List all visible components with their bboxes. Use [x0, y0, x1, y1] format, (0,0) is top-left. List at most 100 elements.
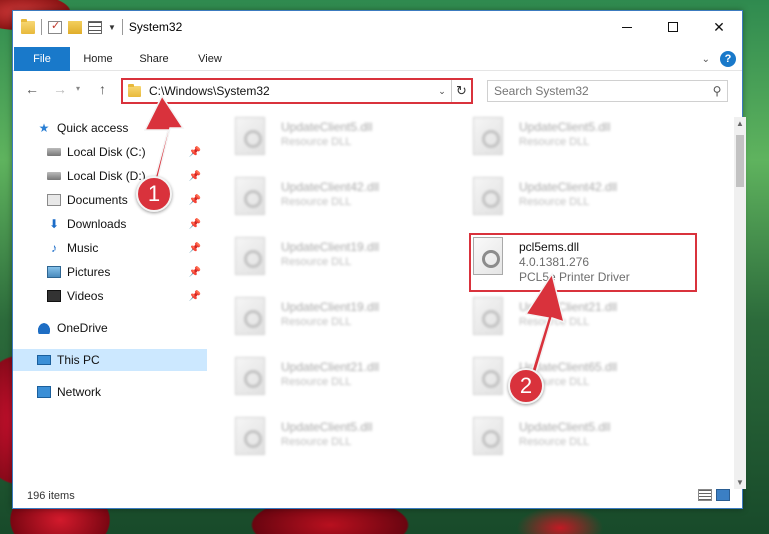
scroll-up-icon[interactable]: ▲	[736, 119, 744, 128]
pin-icon[interactable]: 📌	[189, 243, 201, 254]
ribbon-tabs: File Home Share View ⌄ ?	[13, 46, 742, 71]
file-name: UpdateClient21.dll	[281, 360, 380, 374]
item-count: 196 items	[27, 490, 75, 502]
toolbar-separator	[121, 19, 123, 35]
navigation-pane: ★ Quick access Local Disk (C:) 📌 Local D…	[13, 117, 207, 487]
file-item[interactable]: UpdateClient21.dll Resource DLL	[235, 357, 465, 407]
file-type: Resource DLL	[519, 436, 590, 448]
file-name: UpdateClient42.dll	[519, 180, 618, 194]
folder-icon	[128, 83, 141, 97]
file-name: UpdateClient42.dll	[281, 180, 380, 194]
star-icon: ★	[38, 121, 50, 135]
dll-file-icon	[473, 357, 503, 395]
sidebar-item-network[interactable]: Network	[13, 381, 207, 403]
scroll-thumb[interactable]	[736, 135, 744, 187]
sidebar-item-downloads[interactable]: ⬇ Downloads 📌	[13, 213, 207, 235]
sidebar-item-quick-access[interactable]: ★ Quick access	[13, 117, 207, 139]
sidebar-item-label: Downloads	[67, 217, 127, 231]
sidebar-item-pictures[interactable]: Pictures 📌	[13, 261, 207, 283]
sidebar-item-this-pc[interactable]: This PC	[13, 349, 207, 371]
file-type: Resource DLL	[281, 436, 352, 448]
large-icons-view-icon[interactable]	[716, 489, 730, 501]
sidebar-item-label: Local Disk (C:)	[67, 145, 146, 159]
search-icon[interactable]: ⚲	[707, 84, 727, 98]
file-name: UpdateClient19.dll	[281, 240, 380, 254]
sidebar-item-label: This PC	[57, 353, 100, 367]
close-button[interactable]: ✕	[696, 11, 742, 43]
properties-icon[interactable]	[48, 19, 62, 34]
dll-file-icon	[235, 417, 265, 455]
sidebar-item-label: Local Disk (D:)	[67, 169, 146, 183]
file-type: Resource DLL	[281, 256, 352, 268]
sidebar-item-local-disk-c[interactable]: Local Disk (C:) 📌	[13, 141, 207, 163]
sidebar-item-music[interactable]: ♪ Music 📌	[13, 237, 207, 259]
file-name: UpdateClient5.dll	[281, 420, 373, 434]
file-item[interactable]: UpdateClient42.dll Resource DLL	[473, 177, 703, 227]
file-item[interactable]: UpdateClient5.dll Resource DLL	[473, 117, 703, 167]
address-dropdown-icon[interactable]: ⌄	[433, 86, 451, 97]
sidebar-item-label: Music	[67, 241, 99, 255]
file-item[interactable]: UpdateClient19.dll Resource DLL	[235, 237, 465, 287]
ribbon-right-controls: ⌄ ?	[702, 51, 736, 67]
file-type: Resource DLL	[281, 136, 352, 148]
sidebar-item-label: OneDrive	[57, 321, 108, 335]
dll-file-icon	[235, 357, 265, 395]
file-type: Resource DLL	[281, 376, 352, 388]
sidebar-item-onedrive[interactable]: OneDrive	[13, 317, 207, 339]
sidebar-item-documents[interactable]: Documents 📌	[13, 189, 207, 211]
customize-toolbar-icon[interactable]	[88, 20, 102, 34]
file-list: UpdateClient5.dll Resource DLL UpdateClie…	[225, 111, 723, 483]
file-name: UpdateClient5.dll	[281, 120, 373, 134]
title-bar: ▼ System32 ✕	[13, 11, 742, 43]
window-title: System32	[128, 20, 183, 34]
pin-icon[interactable]: 📌	[189, 195, 201, 206]
pin-icon[interactable]: 📌	[189, 171, 201, 182]
refresh-icon[interactable]: ↻	[451, 80, 471, 102]
file-item[interactable]: UpdateClient21.dll Resource DLL	[473, 297, 703, 347]
address-path[interactable]: C:\Windows\System32	[149, 84, 433, 98]
file-name: UpdateClient19.dll	[281, 300, 380, 314]
new-folder-icon[interactable]	[68, 20, 82, 34]
sidebar-item-label: Videos	[67, 289, 104, 303]
forward-arrow-icon[interactable]: →	[53, 81, 67, 97]
vertical-scrollbar[interactable]: ▲ ▼	[734, 117, 746, 489]
sidebar-item-label: Pictures	[67, 265, 111, 279]
folder-icon	[21, 18, 35, 34]
file-item[interactable]: UpdateClient5.dll Resource DLL	[235, 117, 465, 167]
file-item[interactable]: UpdateClient5.dll Resource DLL	[235, 417, 465, 467]
details-view-icon[interactable]	[698, 489, 712, 501]
recent-locations-icon[interactable]: ▾	[76, 84, 80, 93]
file-name: UpdateClient21.dll	[519, 300, 618, 314]
expand-ribbon-icon[interactable]: ⌄	[702, 54, 710, 65]
file-type: Resource DLL	[519, 136, 590, 148]
this-pc-icon	[37, 355, 51, 365]
minimize-button[interactable]	[604, 11, 650, 43]
annotation-badge-2: 2	[508, 368, 544, 404]
file-item[interactable]: UpdateClient42.dll Resource DLL	[235, 177, 465, 227]
file-type: Resource DLL	[281, 196, 352, 208]
dll-file-icon	[235, 117, 265, 155]
file-item[interactable]: UpdateClient5.dll Resource DLL	[473, 417, 703, 467]
file-item[interactable]: UpdateClient19.dll Resource DLL	[235, 297, 465, 347]
documents-icon	[47, 194, 61, 206]
tab-file[interactable]: File	[14, 46, 70, 71]
search-input[interactable]	[488, 84, 707, 98]
tab-home[interactable]: Home	[70, 53, 126, 65]
address-bar[interactable]: C:\Windows\System32 ⌄ ↻	[121, 78, 473, 104]
pin-icon[interactable]: 📌	[189, 267, 201, 278]
status-bar: 196 items	[13, 484, 742, 508]
pin-icon[interactable]: 📌	[189, 291, 201, 302]
dll-file-icon	[235, 237, 265, 275]
back-arrow-icon[interactable]: ←	[25, 81, 39, 97]
sidebar-item-local-disk-d[interactable]: Local Disk (D:) 📌	[13, 165, 207, 187]
search-box[interactable]: ⚲	[487, 80, 728, 102]
pin-icon[interactable]: 📌	[189, 219, 201, 230]
sidebar-item-videos[interactable]: Videos 📌	[13, 285, 207, 307]
help-icon[interactable]: ?	[720, 51, 736, 67]
maximize-button[interactable]	[650, 11, 696, 43]
tab-share[interactable]: Share	[126, 53, 182, 65]
pin-icon[interactable]: 📌	[189, 147, 201, 158]
toolbar-dropdown-icon[interactable]: ▼	[108, 23, 116, 32]
up-arrow-icon[interactable]: ↑	[99, 81, 106, 97]
tab-view[interactable]: View	[182, 53, 238, 65]
